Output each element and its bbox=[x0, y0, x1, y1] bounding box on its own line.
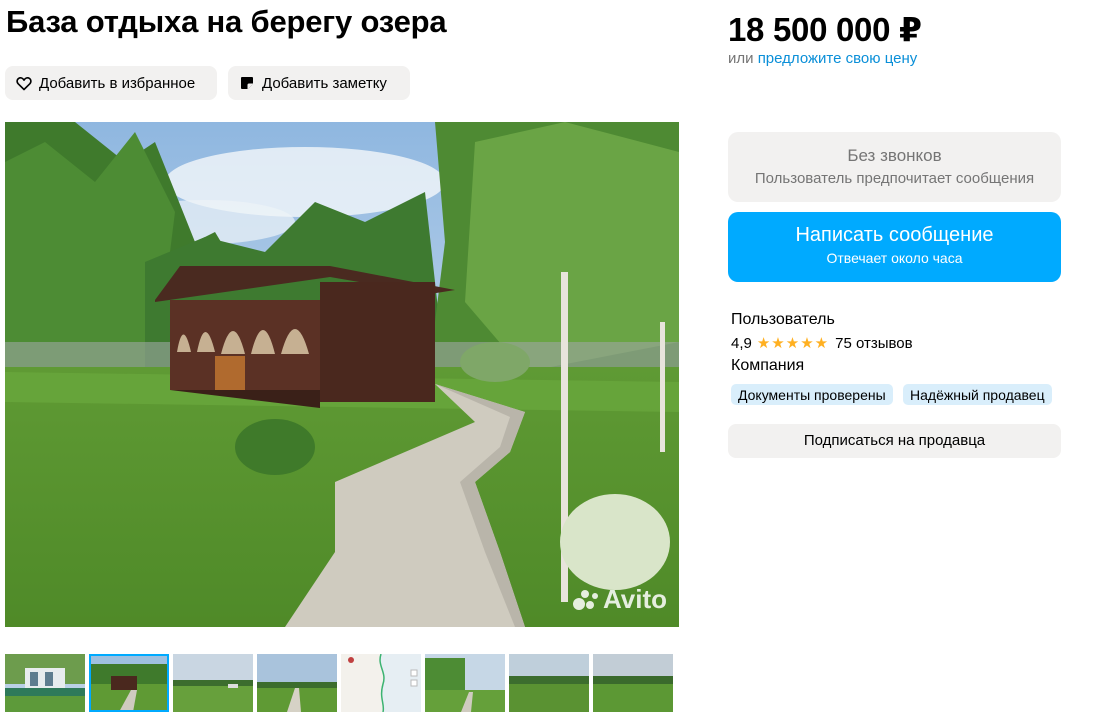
badge-documents-verified[interactable]: Документы проверены bbox=[731, 384, 893, 405]
thumbnail-1[interactable] bbox=[5, 654, 85, 712]
write-message-label: Написать сообщение bbox=[795, 224, 994, 246]
seller-kind: Компания bbox=[731, 357, 805, 374]
rating-value: 4,9 bbox=[731, 334, 752, 352]
listing-title: База отдыха на берегу озера bbox=[6, 4, 447, 39]
thumbnail-strip bbox=[5, 654, 673, 712]
seller-rating[interactable]: 4,9 ★★★★★ 75 отзывов bbox=[731, 334, 913, 353]
add-note-label: Добавить заметку bbox=[262, 74, 387, 92]
note-icon bbox=[238, 74, 256, 92]
thumbnail-6[interactable] bbox=[425, 654, 505, 712]
rating-stars-icon: ★★★★★ bbox=[756, 335, 830, 352]
thumbnail-7[interactable] bbox=[509, 654, 589, 712]
thumbnail-4[interactable] bbox=[257, 654, 337, 712]
thumbnail-3[interactable] bbox=[173, 654, 253, 712]
main-photo[interactable]: Avito bbox=[5, 122, 679, 627]
response-time-label: Отвечает около часа bbox=[826, 250, 963, 266]
avito-logo-icon bbox=[572, 589, 598, 610]
add-favorite-label: Добавить в избранное bbox=[39, 74, 196, 92]
thumbnail-5-map[interactable] bbox=[341, 654, 421, 712]
badge-reliable-seller[interactable]: Надёжный продавец bbox=[903, 384, 1052, 405]
thumbnail-2[interactable] bbox=[89, 654, 169, 712]
reviews-link[interactable]: 75 отзывов bbox=[835, 335, 913, 352]
price: 18 500 000 ₽ bbox=[728, 11, 922, 48]
no-calls-title: Без звонков bbox=[847, 146, 942, 165]
offer-price-link[interactable]: предложите свою цену bbox=[758, 50, 918, 67]
add-note-button[interactable]: Добавить заметку bbox=[228, 66, 410, 100]
heart-icon bbox=[15, 74, 33, 92]
avito-watermark: Avito bbox=[572, 584, 667, 615]
seller-name[interactable]: Пользователь bbox=[731, 311, 835, 329]
price-or-text: или bbox=[728, 50, 754, 67]
no-calls-subtitle: Пользователь предпочитает сообщения bbox=[754, 170, 1035, 187]
subscribe-seller-button[interactable]: Подписаться на продавца bbox=[728, 424, 1061, 458]
thumbnail-8[interactable] bbox=[593, 654, 673, 712]
no-calls-notice: Без звонков Пользователь предпочитает со… bbox=[728, 132, 1061, 202]
write-message-button[interactable]: Написать сообщение Отвечает около часа bbox=[728, 212, 1061, 282]
price-offer-line: или предложите свою цену bbox=[728, 50, 917, 67]
add-favorite-button[interactable]: Добавить в избранное bbox=[5, 66, 217, 100]
